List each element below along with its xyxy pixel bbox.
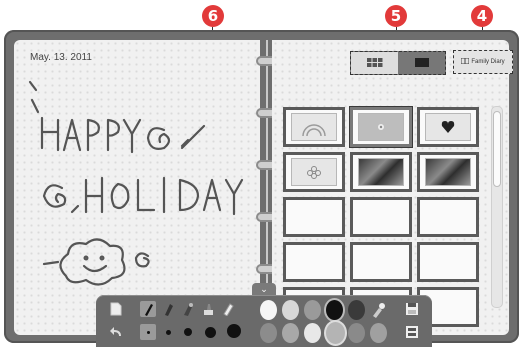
color-swatch-lightgray[interactable] [282,300,299,320]
color-swatch-white-2[interactable] [304,323,321,343]
diary-thumbnail-grid [283,107,479,327]
diary-thumbnail[interactable] [417,107,479,147]
color-swatch-black[interactable] [326,300,343,320]
size-dot [227,324,241,338]
size-dot [184,328,192,336]
brush-size-tiny[interactable] [140,324,156,340]
size-dot [165,329,171,335]
scrollbar-thumb[interactable] [493,111,501,187]
brush-size-small[interactable] [160,324,176,340]
empty-thumbnail-slot[interactable] [417,242,479,282]
empty-thumbnail-slot[interactable] [417,197,479,237]
diary-thumbnail[interactable] [417,152,479,192]
chevron-down-icon: ⌄ [260,284,268,294]
empty-thumbnail-slot[interactable] [283,242,345,282]
new-page-button[interactable] [108,301,124,317]
color-picker-brush-icon[interactable] [370,302,386,318]
undo-icon [110,327,121,336]
brush-tool-button[interactable] [180,301,196,317]
family-diary-button[interactable]: Family Diary [453,50,513,74]
marker-icon [165,304,173,316]
color-swatch-gray-4[interactable] [348,323,365,343]
save-as-button[interactable] [404,324,420,340]
page-icon [110,302,122,316]
thumbnail-scrollbar[interactable] [491,106,503,308]
eraser-tool-button[interactable] [220,301,236,317]
undo-button[interactable] [108,324,124,340]
brush-size-xlarge[interactable] [226,323,242,339]
color-swatch-gray-5[interactable] [370,323,387,343]
single-view-button[interactable] [398,52,445,74]
single-view-icon [414,54,429,72]
diary-thumbnail[interactable] [283,152,345,192]
empty-thumbnail-slot[interactable] [283,197,345,237]
flower-thumbnail [358,113,404,141]
brush-icon [184,303,193,316]
callout-5: 5 [385,5,407,27]
diary-date: May. 13. 2011 [30,52,92,63]
empty-thumbnail-slot[interactable] [350,242,412,282]
diary-thumbnail[interactable] [283,107,345,147]
photo-thumbnail [425,158,471,186]
color-swatch-gray[interactable] [304,300,321,320]
empty-thumbnail-slot[interactable] [350,197,412,237]
color-swatch-selected[interactable] [326,322,345,344]
grid-view-button[interactable] [351,52,398,74]
handwritten-drawing [28,80,244,286]
brush-size-medium[interactable] [180,324,196,340]
callout-4: 4 [471,5,493,27]
color-swatch-gray-3[interactable] [282,323,299,343]
rainbow-thumbnail [291,113,337,141]
grid-view-icon [366,54,383,72]
left-page-canvas[interactable]: May. 13. 2011 [14,40,260,335]
diary-thumbnail[interactable] [350,152,412,192]
brush-size-large[interactable] [202,324,218,340]
photo-thumbnail [358,158,404,186]
save-button[interactable] [404,301,420,317]
drawing-toolbar [96,295,432,347]
view-mode-toggle [350,51,446,75]
diary-book-icon [460,57,470,66]
pen-icon [145,304,153,316]
size-dot [204,326,216,338]
color-swatch-darkgray[interactable] [348,300,365,320]
save-icon [406,303,418,315]
eraser-icon [223,303,234,316]
stamp-icon [204,304,213,315]
color-swatch-gray-2[interactable] [260,323,277,343]
pen-tool-button[interactable] [140,301,156,317]
size-dot [146,330,150,334]
marker-tool-button[interactable] [160,301,176,317]
stamp-tool-button[interactable] [200,301,216,317]
callout-6: 6 [202,5,224,27]
diary-thumbnail[interactable] [350,107,412,147]
heart-thumbnail [425,113,471,141]
blossom-thumbnail [291,158,337,186]
family-diary-label: Family Diary [471,59,505,65]
color-swatch-white[interactable] [260,300,277,320]
save-as-icon [406,326,418,338]
